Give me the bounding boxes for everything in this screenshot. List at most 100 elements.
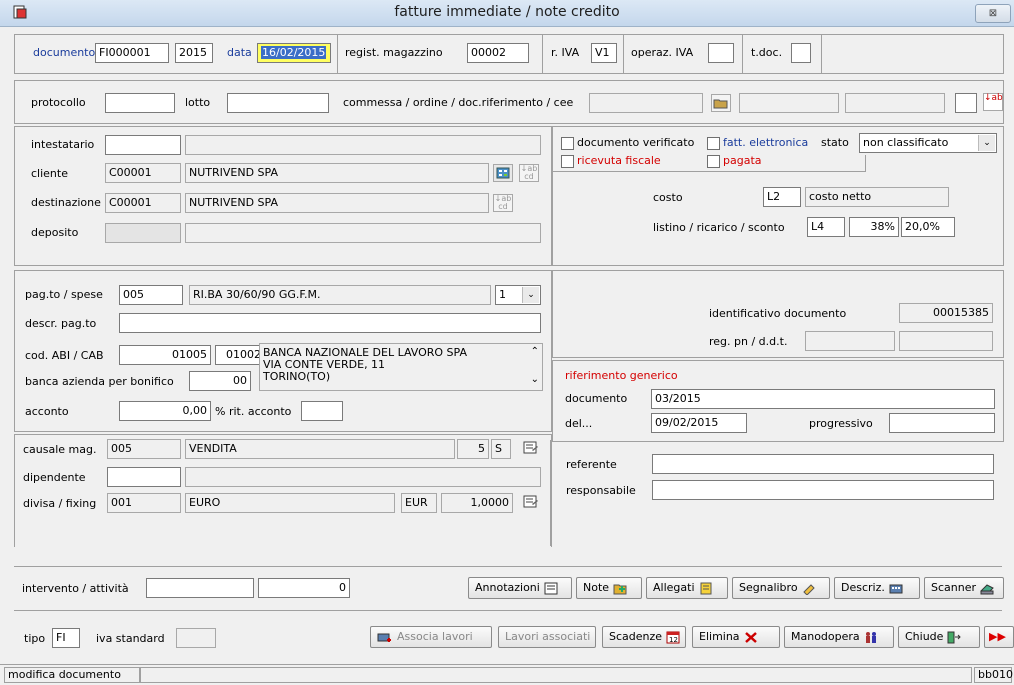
referente-label: referente [566, 458, 617, 471]
window-title: fatture immediate / note credito [394, 4, 620, 20]
regist-field[interactable]: 00002 [467, 43, 529, 63]
grid-edit-icon[interactable] [493, 164, 513, 182]
fatt-elettronica-checkbox[interactable] [707, 137, 720, 150]
chiude-button[interactable]: Chiude [898, 626, 980, 648]
edit-list-icon[interactable] [521, 494, 541, 512]
segnalibro-button[interactable]: Segnalibro [732, 577, 830, 599]
intervento-field[interactable] [146, 578, 254, 598]
banca-textarea[interactable]: BANCA NAZIONALE DEL LAVORO SPA VIA CONTE… [259, 343, 543, 391]
intervento-label: intervento / attività [22, 582, 129, 595]
lotto-field[interactable] [227, 93, 329, 113]
tipo-field[interactable]: FI [52, 628, 80, 648]
intestatario-code[interactable] [105, 135, 181, 155]
scroll-up-icon[interactable]: ⌃ [531, 346, 539, 358]
attivita-field[interactable]: 0 [258, 578, 350, 598]
pagto-select[interactable]: 1 ⌄ [495, 285, 541, 305]
referente-field[interactable] [652, 454, 994, 474]
cliente-label: cliente [31, 167, 68, 180]
edit-list-icon[interactable] [521, 440, 541, 458]
close-button[interactable]: ⊠ [975, 4, 1011, 23]
abi-field[interactable]: 01005 [119, 345, 211, 365]
pagto-sel: 1 [499, 288, 506, 301]
progressivo-label: progressivo [809, 417, 873, 430]
scroll-down-icon[interactable]: ⌄ [531, 374, 539, 386]
manodopera-label: Manodopera [791, 630, 860, 643]
bonifico-field[interactable]: 00 [189, 371, 251, 391]
pagto-label: pag.to / spese [25, 288, 103, 301]
note-button[interactable]: Note [576, 577, 642, 599]
acconto-field[interactable]: 0,00 [119, 401, 211, 421]
status-code: bb010 [974, 667, 1013, 683]
cab-field[interactable]: 01002 [215, 345, 265, 365]
sort-az-icon[interactable]: ↓ab cd [493, 194, 513, 212]
divisa-code[interactable]: 001 [107, 493, 181, 513]
deposito-code[interactable] [105, 223, 181, 243]
manodopera-button[interactable]: Manodopera [784, 626, 894, 648]
iva-field[interactable] [176, 628, 216, 648]
ricevuta-checkbox[interactable] [561, 155, 574, 168]
cliente-code[interactable]: C00001 [105, 163, 181, 183]
status-spacer [140, 667, 972, 683]
descr-field[interactable] [119, 313, 541, 333]
next-record-button[interactable]: ▶▶ [984, 626, 1014, 648]
destinazione-label: destinazione [31, 196, 101, 209]
dipendente-code[interactable] [107, 467, 181, 487]
pagata-checkbox[interactable] [707, 155, 720, 168]
note-label: Note [583, 581, 610, 594]
cee-field[interactable] [845, 93, 945, 113]
fatt-elettronica-label: fatt. elettronica [723, 136, 809, 149]
descr-label: descr. pag.to [25, 317, 97, 330]
sort-az-icon[interactable]: ↓ab [983, 93, 1003, 111]
intestatario-label: intestatario [31, 138, 95, 151]
annotazioni-button[interactable]: Annotazioni [468, 577, 572, 599]
verificato-checkbox[interactable] [561, 137, 574, 150]
folder-icon[interactable] [711, 94, 731, 112]
scanner-button[interactable]: Scanner [924, 577, 1004, 599]
pagto-code[interactable]: 005 [119, 285, 183, 305]
lavori-associati-button[interactable]: Lavori associati [498, 626, 596, 648]
ddt-field[interactable] [899, 331, 993, 351]
divisa-sym: EUR [401, 493, 437, 513]
allegati-button[interactable]: Allegati [646, 577, 728, 599]
operaz-field[interactable] [708, 43, 734, 63]
descriz-button[interactable]: Descriz. [834, 577, 920, 599]
destinazione-code[interactable]: C00001 [105, 193, 181, 213]
causale-code[interactable]: 005 [107, 439, 181, 459]
causale-label: causale mag. [23, 443, 97, 456]
chiude-label: Chiude [905, 630, 944, 643]
anno-field[interactable]: 2015 [175, 43, 213, 63]
responsabile-label: responsabile [566, 484, 636, 497]
verificato-label: documento verificato [577, 136, 695, 149]
stato-select[interactable]: non classificato ⌄ [859, 133, 997, 153]
flags-panel: documento verificato fatt. elettronica s… [552, 126, 1004, 266]
responsabile-field[interactable] [652, 480, 994, 500]
ricarico-field[interactable]: 38% [849, 217, 899, 237]
rif-documento-field[interactable]: 03/2015 [651, 389, 995, 409]
riva-field[interactable]: V1 [591, 43, 617, 63]
costo-code[interactable]: L2 [763, 187, 801, 207]
elimina-button[interactable]: Elimina [692, 626, 780, 648]
listino-code[interactable]: L4 [807, 217, 845, 237]
descriz-label: Descriz. [841, 581, 885, 594]
ritacconto-field[interactable] [301, 401, 343, 421]
data-field[interactable]: 16/02/2015 [257, 43, 331, 63]
divider [821, 35, 822, 73]
sort-az-icon[interactable]: ↓ab cd [519, 164, 539, 182]
riva-label: r. IVA [551, 46, 580, 59]
divisa-fixing[interactable]: 1,0000 [441, 493, 513, 513]
doc-riferimento-field[interactable] [739, 93, 839, 113]
documento-field[interactable]: FI000001 [95, 43, 169, 63]
segnalibro-label: Segnalibro [739, 581, 798, 594]
regpn-field[interactable] [805, 331, 895, 351]
associa-lavori-button[interactable]: Associa lavori [370, 626, 492, 648]
protocollo-field[interactable] [105, 93, 175, 113]
scadenze-button[interactable]: Scadenze 12 [602, 626, 686, 648]
progressivo-field[interactable] [889, 413, 995, 433]
sconto-field[interactable]: 20,0% [901, 217, 955, 237]
cee-code-field[interactable] [955, 93, 977, 113]
causale-num: 5 [457, 439, 489, 459]
commessa-field[interactable] [589, 93, 703, 113]
chevron-down-icon: ⌄ [522, 287, 539, 303]
rif-del-field[interactable]: 09/02/2015 [651, 413, 747, 433]
tdoc-field[interactable] [791, 43, 811, 63]
